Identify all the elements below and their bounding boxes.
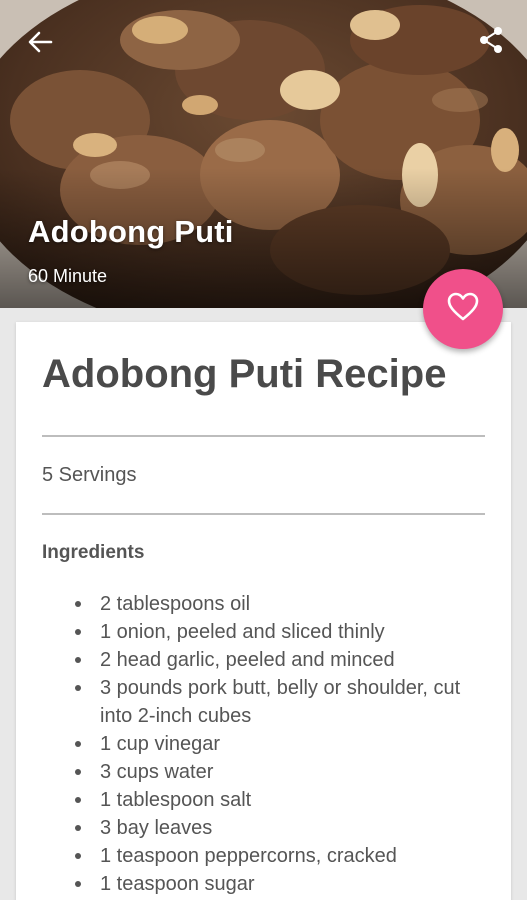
hero-cook-duration: 60 Minute [28, 266, 108, 286]
hero-recipe-title: Adobong Puti [28, 214, 234, 249]
ingredient-item: 1 onion, peeled and sliced thinly [75, 618, 492, 646]
ingredient-item: 1 cup vinegar [75, 730, 492, 758]
servings-text: 5 Servings [42, 464, 137, 486]
ingredient-list: 2 tablespoons oil 1 onion, peeled and sl… [42, 590, 492, 898]
recipe-hero-image: Adobong Puti 60 Minute [0, 0, 527, 308]
ingredient-item: 2 head garlic, peeled and minced [75, 646, 492, 674]
favorite-button[interactable] [423, 269, 503, 349]
ingredient-item: 1 teaspoon peppercorns, cracked [75, 842, 492, 870]
ingredient-item: 3 bay leaves [75, 814, 492, 842]
ingredient-item: 2 tablespoons oil [75, 590, 492, 618]
divider [42, 435, 485, 437]
ingredient-item: 1 tablespoon salt [75, 786, 492, 814]
share-icon [476, 25, 506, 55]
ingredients-heading: Ingredients [42, 542, 145, 563]
recipe-card: Adobong Puti Recipe 5 Servings Ingredien… [16, 322, 511, 900]
arrow-left-icon [27, 29, 53, 55]
recipe-detail-screen: Adobong Puti 60 Minute Adobong Puti Reci… [0, 0, 527, 900]
back-button[interactable] [18, 22, 62, 62]
ingredient-item: 3 pounds pork butt, belly or shoulder, c… [75, 674, 492, 730]
share-button[interactable] [469, 20, 513, 60]
recipe-title: Adobong Puti Recipe [42, 352, 447, 396]
ingredient-item: 3 cups water [75, 758, 492, 786]
divider [42, 513, 485, 515]
heart-outline-icon [447, 292, 479, 327]
ingredient-item: 1 teaspoon sugar [75, 870, 492, 898]
